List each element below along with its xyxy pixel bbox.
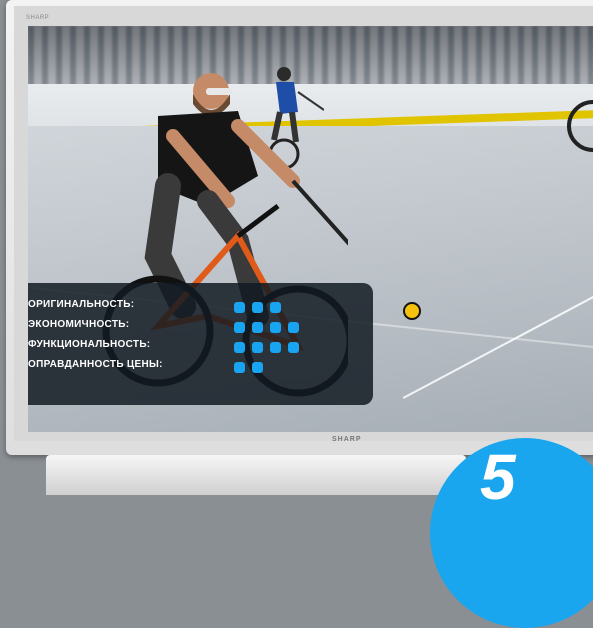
rating-dot: [270, 302, 281, 313]
rating-dots: [234, 360, 270, 378]
rating-dot: [234, 342, 245, 353]
rating-dot: [270, 322, 281, 333]
rating-label: ОПРАВДАННОСТЬ ЦЕНЫ:: [28, 359, 163, 370]
monitor-stand: [46, 455, 466, 495]
rating-dot: [270, 342, 281, 353]
right-rider-wheel: [567, 100, 593, 152]
monitor-brand-bottom: SHARP: [332, 436, 362, 443]
rating-label: ФУНКЦИОНАЛЬНОСТЬ:: [28, 339, 151, 350]
rating-dots: [234, 340, 306, 358]
rating-dots: [234, 300, 288, 318]
ball-illustration: [403, 302, 421, 320]
score-badge-number: 5: [480, 441, 516, 513]
rating-dot: [288, 322, 299, 333]
rating-dot: [288, 342, 299, 353]
rating-dots: [234, 320, 306, 338]
rating-row-economy: ЭКОНОМИЧНОСТЬ:: [28, 317, 373, 335]
rating-dot: [252, 342, 263, 353]
rating-label: ЭКОНОМИЧНОСТЬ:: [28, 319, 130, 330]
rating-row-price-value: ОПРАВДАННОСТЬ ЦЕНЫ:: [28, 357, 373, 375]
rating-dot: [234, 362, 245, 373]
monitor-frame: SHARP SHARP ОРИГИНАЛЬНОСТЬ: ЭКОНОМИЧНОСТ…: [6, 0, 593, 455]
rating-label: ОРИГИНАЛЬНОСТЬ:: [28, 299, 135, 310]
rating-dot: [234, 322, 245, 333]
rating-dot: [252, 362, 263, 373]
rating-dot: [252, 322, 263, 333]
rating-dot: [252, 302, 263, 313]
monitor-screen: ОРИГИНАЛЬНОСТЬ: ЭКОНОМИЧНОСТЬ: ФУНКЦИОНА…: [28, 26, 593, 432]
rating-row-originality: ОРИГИНАЛЬНОСТЬ:: [28, 297, 373, 315]
rating-row-functionality: ФУНКЦИОНАЛЬНОСТЬ:: [28, 337, 373, 355]
monitor-brand-top: SHARP: [26, 15, 50, 21]
rating-panel: ОРИГИНАЛЬНОСТЬ: ЭКОНОМИЧНОСТЬ: ФУНКЦИОНА…: [28, 283, 373, 405]
rating-dot: [234, 302, 245, 313]
